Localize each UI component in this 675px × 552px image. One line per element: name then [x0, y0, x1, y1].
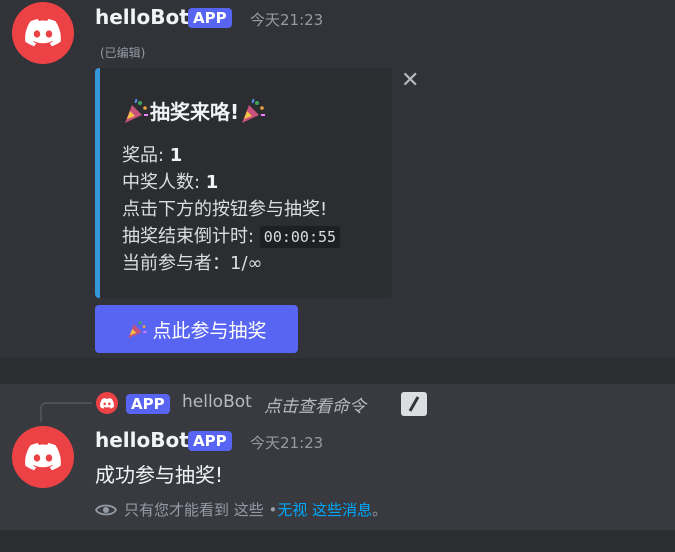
bottom-strip [0, 530, 675, 552]
ephemeral-text: 只有您才能看到 这些 • [124, 501, 278, 519]
reply-command-text[interactable]: 点击查看命令 [264, 392, 366, 417]
countdown-line: 抽奖结束倒计时: 00:00:55 [122, 222, 341, 248]
bot-avatar[interactable] [12, 426, 74, 488]
bot-avatar[interactable] [12, 2, 74, 64]
close-icon[interactable]: ✕ [401, 70, 419, 92]
discord-logo-icon [25, 19, 61, 47]
join-button-label: 点此参与抽奖 [152, 319, 267, 342]
username[interactable]: helloBot [95, 5, 189, 29]
edited-label: (已编辑) [100, 46, 146, 60]
prize-line: 奖品: 1 [122, 141, 182, 167]
party-popper-icon [242, 98, 266, 123]
winners-label: 中奖人数: [122, 172, 206, 193]
reply-connector [40, 402, 92, 422]
reply-username[interactable]: helloBot [182, 392, 252, 412]
message-giveaway: helloBot APP 今天21:23 (已编辑) ✕ 抽奖来咯! 奖品: 1… [0, 0, 675, 358]
participants-line: 当前参与者：1/∞ [122, 253, 263, 274]
party-popper-icon [125, 98, 148, 123]
timestamp[interactable]: 今天21:23 [250, 9, 323, 30]
dismiss-link[interactable]: 无视 这些消息 [277, 499, 372, 520]
app-badge: APP [188, 431, 232, 451]
winners-value: 1 [205, 172, 219, 193]
instruction-line: 点击下方的按钮参与抽奖! [122, 199, 328, 220]
username[interactable]: helloBot [95, 428, 189, 452]
app-badge: APP [188, 8, 232, 28]
message-divider [0, 358, 675, 384]
ephemeral-notice: 只有您才能看到 这些 • 无视 这些消息 。 [95, 499, 387, 520]
join-giveaway-button[interactable]: 点此参与抽奖 [95, 305, 298, 353]
reply-app-badge: APP [126, 394, 170, 414]
giveaway-embed: ✕ 抽奖来咯! 奖品: 1 中奖人数: 1 点击下方的按钮参与抽奖! 抽奖结束倒… [95, 68, 419, 298]
message-content: 成功参与抽奖! [95, 463, 224, 487]
ephemeral-period: 。 [372, 501, 388, 519]
embed-title: 抽奖来咯! [122, 96, 267, 125]
winners-line: 中奖人数: 1 [122, 168, 218, 194]
countdown-label: 抽奖结束倒计时: [122, 226, 260, 247]
party-popper-icon [128, 321, 147, 339]
timestamp[interactable]: 今天21:23 [250, 432, 323, 453]
embed-title-text: 抽奖来咯! [150, 100, 240, 124]
slash-command-icon[interactable] [401, 392, 427, 416]
prize-label: 奖品: [122, 145, 170, 166]
countdown-value: 00:00:55 [259, 226, 341, 248]
eye-icon [95, 504, 117, 515]
prize-value: 1 [169, 145, 183, 166]
discord-logo-icon [25, 443, 61, 471]
reply-avatar[interactable] [96, 392, 118, 414]
discord-logo-icon [100, 397, 114, 409]
